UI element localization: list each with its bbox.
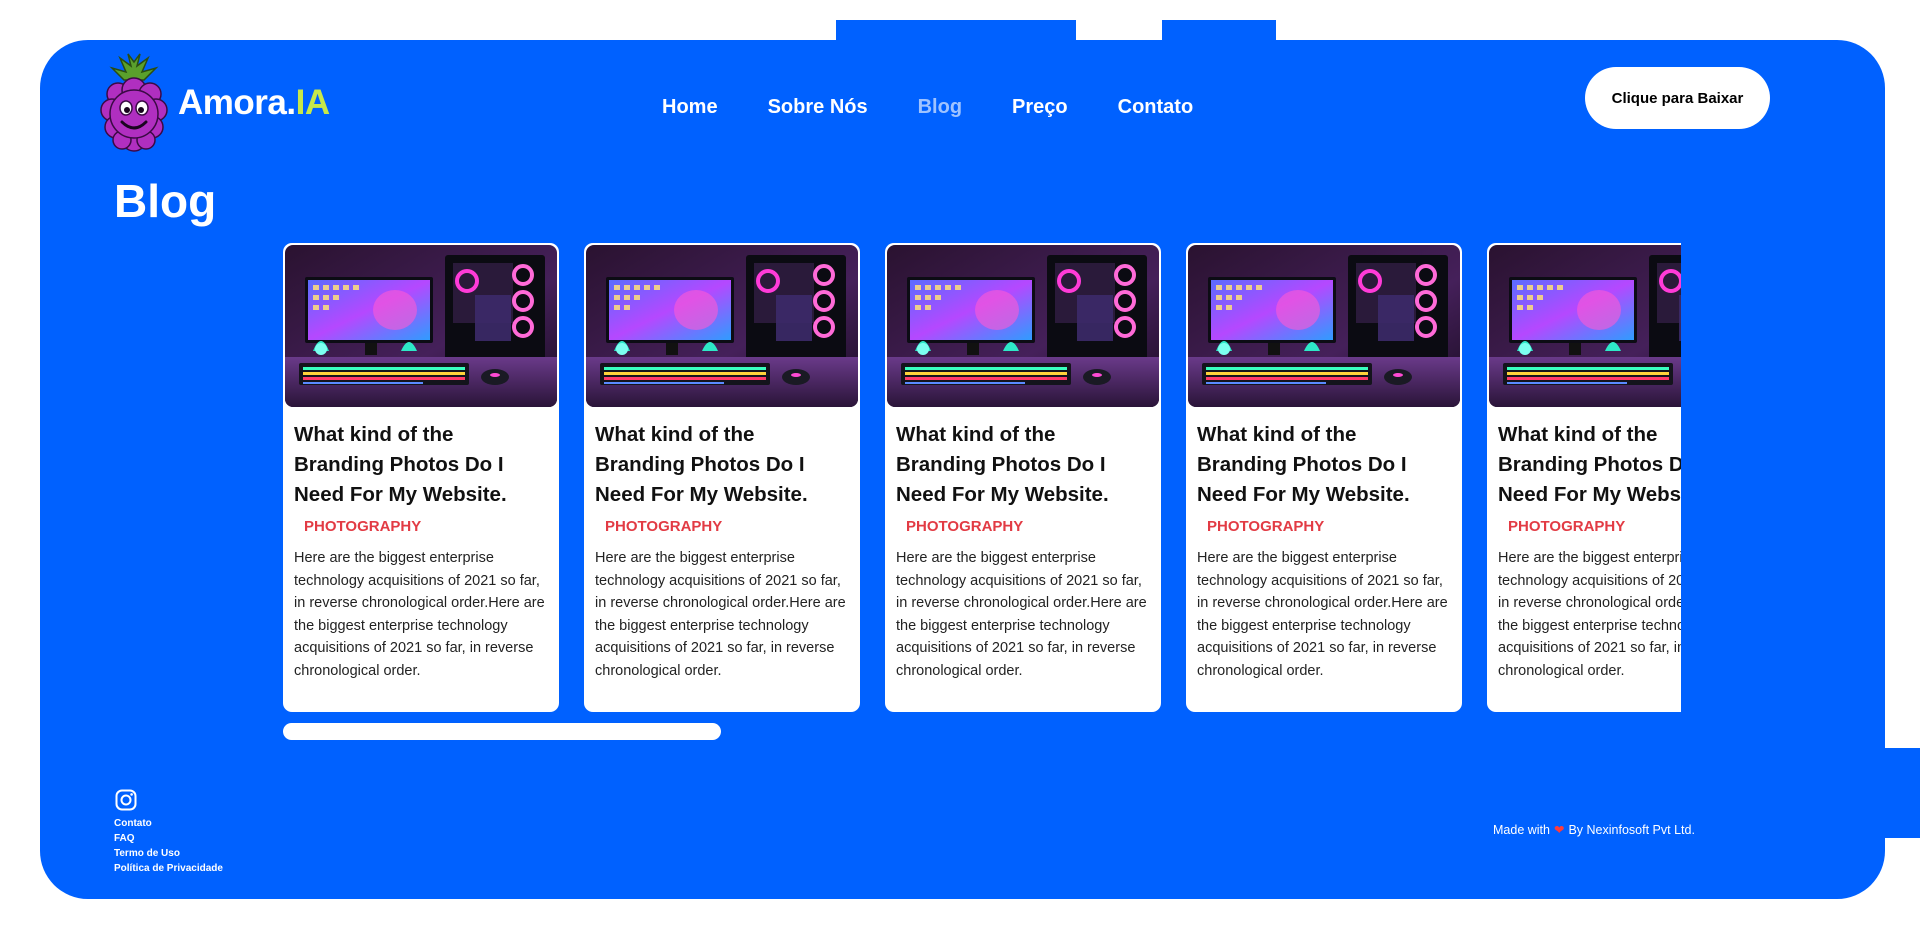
blog-card-title[interactable]: What kind of the Branding Photos Do I Ne… [1498, 420, 1681, 510]
nav-sobre-nos[interactable]: Sobre Nós [768, 96, 868, 119]
gaming-pc-setup-image [1188, 245, 1460, 407]
nav-preco[interactable]: Preço [1012, 96, 1068, 119]
instagram-icon[interactable] [114, 788, 138, 812]
main-panel: Amora.IA Home Sobre Nós Blog Preço Conta… [40, 40, 1885, 899]
blog-carousel[interactable]: What kind of the Branding Photos Do I Ne… [283, 243, 1681, 763]
carousel-scrollbar-thumb[interactable] [283, 723, 721, 740]
gaming-pc-setup-image [1489, 245, 1681, 407]
nav-blog[interactable]: Blog [918, 96, 962, 119]
blog-card-category: PHOTOGRAPHY [1508, 518, 1626, 535]
footer-links: Contato FAQ Termo de Uso Política de Pri… [114, 788, 223, 876]
blog-card-description: Here are the biggest enterprise technolo… [294, 550, 545, 679]
main-nav: Home Sobre Nós Blog Preço Contato [662, 96, 1193, 119]
footer-link-faq[interactable]: FAQ [114, 831, 223, 846]
nav-home[interactable]: Home [662, 96, 718, 119]
blog-card-track: What kind of the Branding Photos Do I Ne… [283, 243, 1681, 712]
gaming-pc-setup-image [887, 245, 1159, 407]
blog-card[interactable]: What kind of the Branding Photos Do I Ne… [1487, 243, 1681, 712]
blog-card-description: Here are the biggest enterprise technolo… [896, 550, 1147, 679]
gaming-pc-setup-image [285, 245, 557, 407]
blog-card-description: Here are the biggest enterprise technolo… [1498, 550, 1681, 679]
blog-card-body: What kind of the Branding Photos Do I Ne… [586, 407, 858, 682]
blog-card[interactable]: What kind of the Branding Photos Do I Ne… [283, 243, 559, 712]
blog-card-category: PHOTOGRAPHY [1207, 518, 1325, 535]
blog-card[interactable]: What kind of the Branding Photos Do I Ne… [584, 243, 860, 712]
blog-card-title[interactable]: What kind of the Branding Photos Do I Ne… [896, 420, 1150, 510]
download-button[interactable]: Clique para Baixar [1585, 67, 1770, 129]
heart-icon: ❤ [1553, 823, 1565, 837]
brand-name: Amora.IA [178, 83, 330, 122]
blog-card-body: What kind of the Branding Photos Do I Ne… [1489, 407, 1681, 682]
decorative-side-block [1880, 748, 1920, 838]
footer-link-politica-de-privacidade[interactable]: Política de Privacidade [114, 861, 223, 876]
raspberry-mascot-logo [100, 53, 168, 152]
credit-company: By Nexinfosoft Pvt Ltd. [1568, 823, 1695, 837]
blog-card-category: PHOTOGRAPHY [304, 518, 422, 535]
gaming-pc-setup-image [586, 245, 858, 407]
blog-card-body: What kind of the Branding Photos Do I Ne… [285, 407, 557, 682]
blog-card-description: Here are the biggest enterprise technolo… [595, 550, 846, 679]
page-title: Blog [114, 175, 217, 227]
footer-link-termo-de-uso[interactable]: Termo de Uso [114, 846, 223, 861]
made-with-text: Made with [1493, 823, 1550, 837]
blog-card-title[interactable]: What kind of the Branding Photos Do I Ne… [294, 420, 548, 510]
blog-card-category: PHOTOGRAPHY [605, 518, 723, 535]
nav-contato[interactable]: Contato [1118, 96, 1194, 119]
blog-card[interactable]: What kind of the Branding Photos Do I Ne… [1186, 243, 1462, 712]
blog-card[interactable]: What kind of the Branding Photos Do I Ne… [885, 243, 1161, 712]
footer-link-contato[interactable]: Contato [114, 816, 223, 831]
blog-card-description: Here are the biggest enterprise technolo… [1197, 550, 1448, 679]
footer-credit: Made with ❤ By Nexinfosoft Pvt Ltd. [1493, 822, 1695, 837]
blog-card-body: What kind of the Branding Photos Do I Ne… [887, 407, 1159, 682]
blog-card-body: What kind of the Branding Photos Do I Ne… [1188, 407, 1460, 682]
brand-logo[interactable]: Amora.IA [98, 52, 330, 154]
blog-card-title[interactable]: What kind of the Branding Photos Do I Ne… [1197, 420, 1451, 510]
blog-card-category: PHOTOGRAPHY [906, 518, 1024, 535]
blog-card-title[interactable]: What kind of the Branding Photos Do I Ne… [595, 420, 849, 510]
